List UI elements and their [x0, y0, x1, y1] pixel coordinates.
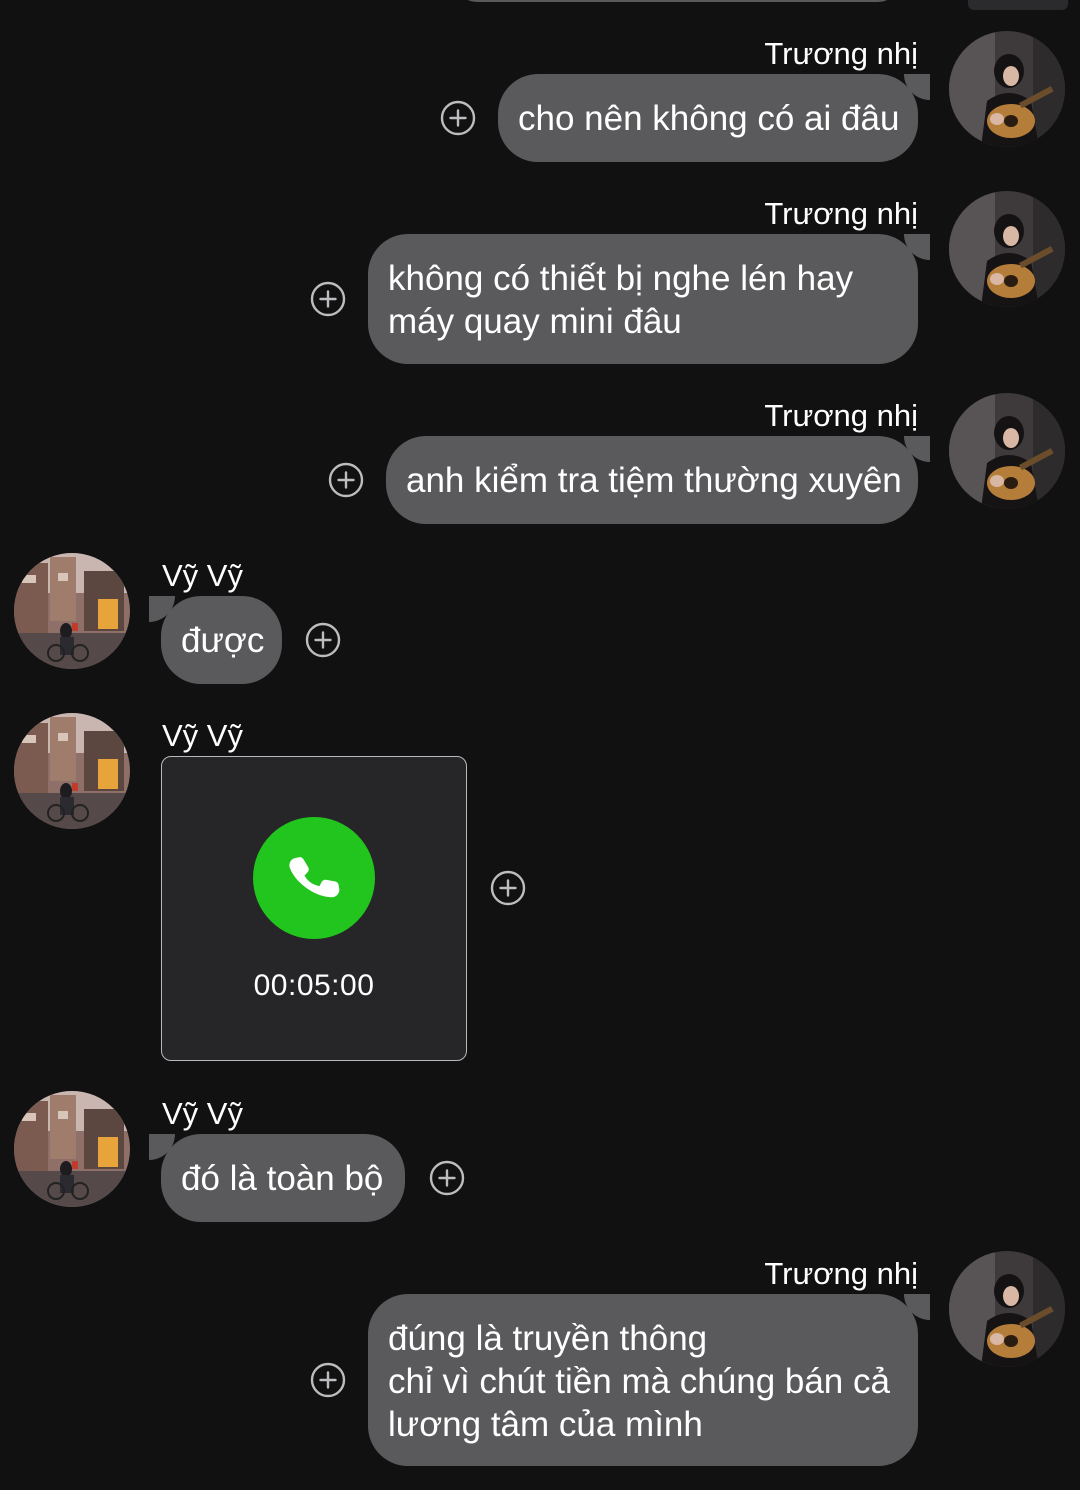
message-bubble[interactable]: đó là toàn bộ — [149, 1134, 405, 1222]
avatar[interactable] — [949, 1251, 1065, 1367]
message-text: đúng là truyền thông — [388, 1319, 708, 1358]
sender-name: Trương nhị — [764, 1256, 918, 1291]
plus-circle-icon[interactable] — [305, 622, 341, 658]
message-text: anh kiểm tra tiệm thường xuyên — [406, 461, 902, 500]
message-text: cho nên không có ai đâu — [518, 99, 900, 138]
avatar[interactable] — [949, 31, 1065, 147]
avatar[interactable] — [949, 393, 1065, 509]
phone-icon — [253, 817, 375, 939]
sender-name: Vỹ Vỹ — [162, 718, 243, 753]
message-bubble[interactable]: cho nên không có ai đâu — [498, 74, 930, 162]
avatar[interactable] — [14, 713, 130, 829]
message-bubble[interactable]: được — [149, 596, 282, 684]
call-duration: 00:05:00 — [253, 969, 375, 1002]
message-bubble[interactable]: đúng là truyền thông chỉ vì chút tiền mà… — [368, 1294, 930, 1466]
plus-circle-icon[interactable] — [328, 462, 364, 498]
sender-name: Trương nhị — [764, 196, 918, 231]
message-text: lương tâm của mình — [388, 1405, 703, 1444]
sender-name: Vỹ Vỹ — [162, 558, 243, 593]
message-text: máy quay mini đâu — [388, 302, 682, 341]
plus-circle-icon[interactable] — [310, 281, 346, 317]
avatar[interactable] — [14, 1091, 130, 1207]
sender-name: Trương nhị — [764, 398, 918, 433]
message-text: được — [181, 621, 265, 660]
avatar[interactable] — [949, 191, 1065, 307]
chat-window: Trương nhị cho nên không có ai đâu Trươn… — [0, 0, 1080, 1490]
avatar[interactable] — [14, 553, 130, 669]
message-bubble[interactable]: không có thiết bị nghe lén hay máy quay … — [368, 234, 930, 364]
sender-name: Vỹ Vỹ — [162, 1096, 243, 1131]
previous-message-bubble — [455, 0, 900, 2]
plus-circle-icon[interactable] — [310, 1362, 346, 1398]
plus-circle-icon[interactable] — [440, 100, 476, 136]
plus-circle-icon[interactable] — [429, 1160, 465, 1196]
plus-circle-icon[interactable] — [490, 870, 526, 906]
previous-message-card — [968, 0, 1068, 10]
voice-call-card[interactable]: 00:05:00 — [161, 756, 467, 1061]
message-text: không có thiết bị nghe lén hay — [388, 259, 854, 298]
message-text: đó là toàn bộ — [181, 1159, 384, 1198]
message-bubble[interactable]: anh kiểm tra tiệm thường xuyên — [386, 436, 930, 524]
message-text: chỉ vì chút tiền mà chúng bán cả — [388, 1362, 890, 1401]
sender-name: Trương nhị — [764, 36, 918, 71]
